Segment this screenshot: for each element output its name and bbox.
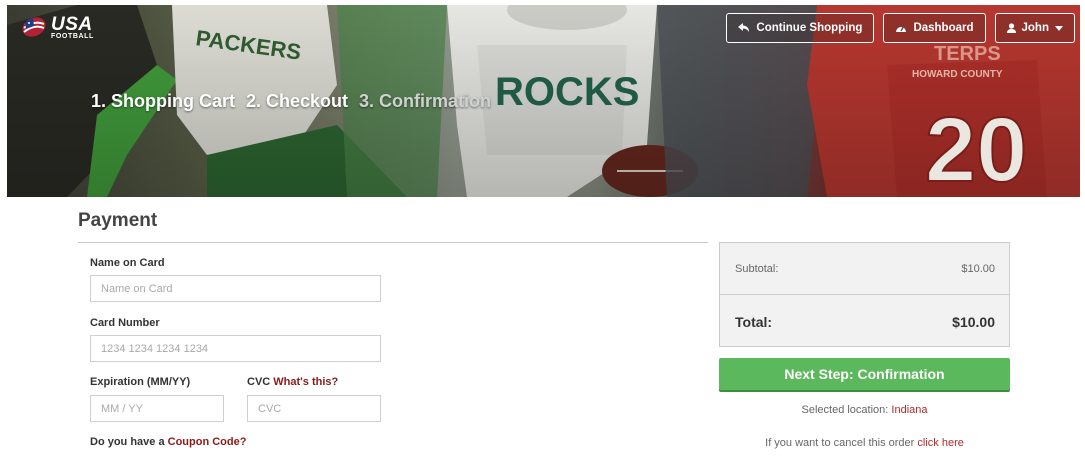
name-on-card-label: Name on Card	[90, 257, 165, 269]
usa-football-logo[interactable]: USA FOOTBALL	[21, 14, 94, 40]
jersey-number: 20	[925, 99, 1027, 197]
user-icon	[1006, 23, 1016, 33]
total-value: $10.00	[952, 314, 995, 330]
subtotal-value: $10.00	[961, 263, 995, 275]
name-on-card-input[interactable]	[90, 275, 381, 302]
continue-shopping-label: Continue Shopping	[756, 22, 863, 34]
logo-football: FOOTBALL	[51, 32, 94, 40]
payment-divider	[78, 242, 708, 243]
checkout-steps: 1. Shopping Cart 2. Checkout 3. Confirma…	[91, 91, 491, 112]
expiration-input[interactable]	[90, 395, 224, 422]
reply-arrow-icon	[738, 23, 750, 32]
next-step-confirmation-button[interactable]: Next Step: Confirmation	[719, 358, 1010, 390]
user-menu-button[interactable]: John	[994, 13, 1075, 43]
total-label: Total:	[735, 314, 773, 330]
dashboard-button[interactable]: Dashboard	[883, 13, 986, 43]
coupon-row: Do you have a Coupon Code?	[90, 436, 246, 448]
jersey-packers: PACKERS	[194, 25, 302, 65]
usa-football-flag-icon	[22, 17, 46, 37]
payment-title: Payment	[78, 210, 158, 231]
order-summary: Subtotal: $10.00 Total: $10.00	[719, 242, 1010, 347]
jersey-rocks: ROCKS	[495, 70, 639, 114]
dashboard-gauge-icon	[896, 26, 907, 32]
top-nav: Continue Shopping Dashboard John	[726, 13, 1075, 43]
caret-down-icon	[1055, 25, 1063, 31]
cancel-order-line: If you want to cancel this order click h…	[719, 437, 1010, 449]
logo-usa: USA	[51, 13, 93, 35]
subtotal-row: Subtotal: $10.00	[720, 243, 1009, 295]
logo-wordmark: USA FOOTBALL	[51, 15, 94, 40]
cvc-whats-this-link[interactable]: What's this?	[273, 376, 338, 388]
jersey-terps: TERPS	[934, 43, 1001, 65]
user-name: John	[1021, 22, 1049, 34]
selected-location: Selected location: Indiana	[719, 404, 1010, 416]
hero-banner: PACKERS ROCKS TERPS HOWARD COUNTY 20 USA…	[7, 5, 1080, 197]
cancel-prefix: If you want to cancel this order	[765, 437, 915, 449]
card-number-input[interactable]	[90, 335, 381, 362]
coupon-code-link[interactable]: Coupon Code?	[168, 436, 247, 448]
cvc-label: CVC	[247, 376, 271, 388]
coupon-prefix: Do you have a	[90, 436, 165, 448]
location-value[interactable]: Indiana	[891, 404, 927, 416]
subtotal-label: Subtotal:	[735, 263, 779, 275]
dashboard-label: Dashboard	[913, 22, 974, 34]
step-checkout: 2. Checkout	[246, 91, 349, 111]
cvc-label-row: CVC What's this?	[247, 376, 338, 388]
cvc-input[interactable]	[247, 395, 381, 422]
step-shopping-cart[interactable]: 1. Shopping Cart	[91, 91, 235, 112]
jersey-howard-county: HOWARD COUNTY	[912, 69, 1003, 80]
cancel-order-link[interactable]: click here	[917, 437, 963, 449]
expiration-label: Expiration (MM/YY)	[90, 376, 191, 388]
location-prefix: Selected location:	[801, 404, 889, 416]
continue-shopping-button[interactable]: Continue Shopping	[726, 13, 875, 43]
step-confirmation: 3. Confirmation	[359, 91, 492, 111]
card-number-label: Card Number	[90, 317, 160, 329]
